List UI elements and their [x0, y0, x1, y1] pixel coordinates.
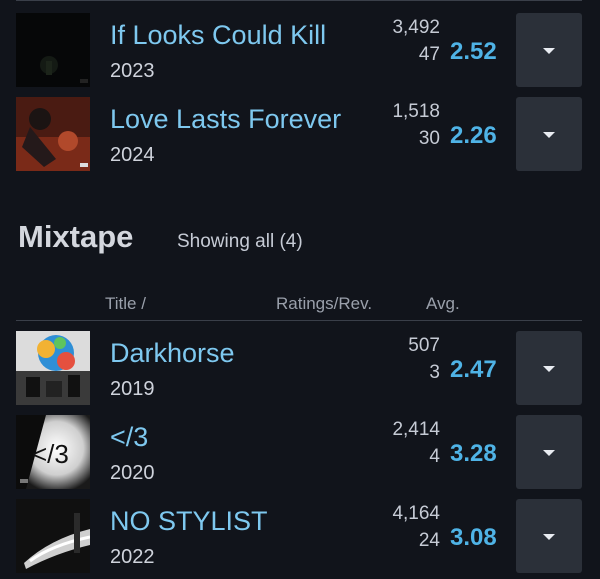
album-cover[interactable]: [16, 331, 90, 405]
dropdown-button[interactable]: [516, 499, 582, 573]
album-title-link[interactable]: Darkhorse: [110, 338, 235, 369]
average-rating: 2.26: [450, 122, 497, 149]
album-cover[interactable]: [16, 499, 90, 573]
album-year: 2024: [110, 144, 155, 166]
column-header-title[interactable]: Title /: [105, 294, 146, 314]
list-item: If Looks Could Kill 2023 3,492 47 2.52: [0, 13, 600, 93]
album-year: 2023: [110, 60, 155, 82]
top-divider: [16, 0, 582, 1]
list-item: </3 </3 2020 2,414 4 3.28: [0, 415, 600, 495]
average-rating: 2.52: [450, 38, 497, 65]
cover-art-red: [16, 97, 90, 171]
reviews-count: 47: [418, 44, 440, 65]
ratings-count: 4,164: [392, 503, 440, 524]
section-title-mixtape: Mixtape: [18, 219, 134, 254]
average-rating: 2.47: [450, 356, 497, 383]
header-divider: [16, 320, 582, 321]
reviews-count: 30: [418, 128, 440, 149]
reviews-count: 3: [429, 362, 440, 383]
chevron-down-icon: [543, 450, 555, 456]
average-rating: 3.28: [450, 440, 497, 467]
ratings-count: 3,492: [392, 17, 440, 38]
dropdown-button[interactable]: [516, 97, 582, 171]
column-header-avg[interactable]: Avg.: [426, 294, 460, 314]
chevron-down-icon: [543, 48, 555, 54]
album-cover[interactable]: [16, 97, 90, 171]
chevron-down-icon: [543, 366, 555, 372]
cover-art-broken-heart: </3: [16, 415, 90, 489]
ratings-count: 1,518: [392, 101, 440, 122]
album-title-link[interactable]: If Looks Could Kill: [110, 20, 326, 51]
album-cover[interactable]: </3: [16, 415, 90, 489]
album-title-link[interactable]: NO STYLIST: [110, 506, 268, 537]
ratings-count: 507: [408, 335, 440, 356]
album-title-link[interactable]: Love Lasts Forever: [110, 104, 341, 135]
list-item: Love Lasts Forever 2024 1,518 30 2.26: [0, 97, 600, 177]
average-rating: 3.08: [450, 524, 497, 551]
chevron-down-icon: [543, 534, 555, 540]
album-year: 2020: [110, 462, 155, 484]
cover-art-light-beam: [16, 499, 90, 573]
showing-all-link[interactable]: Showing all (4): [177, 231, 303, 253]
reviews-count: 4: [429, 446, 440, 467]
album-cover[interactable]: [16, 13, 90, 87]
dropdown-button[interactable]: [516, 415, 582, 489]
album-year: 2022: [110, 546, 155, 568]
column-header-ratings[interactable]: Ratings/Rev.: [276, 294, 372, 314]
list-item: NO STYLIST 2022 4,164 24 3.08: [0, 499, 600, 579]
reviews-count: 24: [418, 530, 440, 551]
cover-text: </3: [32, 439, 69, 469]
list-item: Darkhorse 2019 507 3 2.47: [0, 331, 600, 411]
album-year: 2019: [110, 378, 155, 400]
dropdown-button[interactable]: [516, 331, 582, 405]
cover-art-collage: [16, 331, 90, 405]
album-title-link[interactable]: </3: [110, 422, 148, 453]
chevron-down-icon: [543, 132, 555, 138]
cover-art-dark: [16, 13, 90, 87]
ratings-count: 2,414: [392, 419, 440, 440]
dropdown-button[interactable]: [516, 13, 582, 87]
